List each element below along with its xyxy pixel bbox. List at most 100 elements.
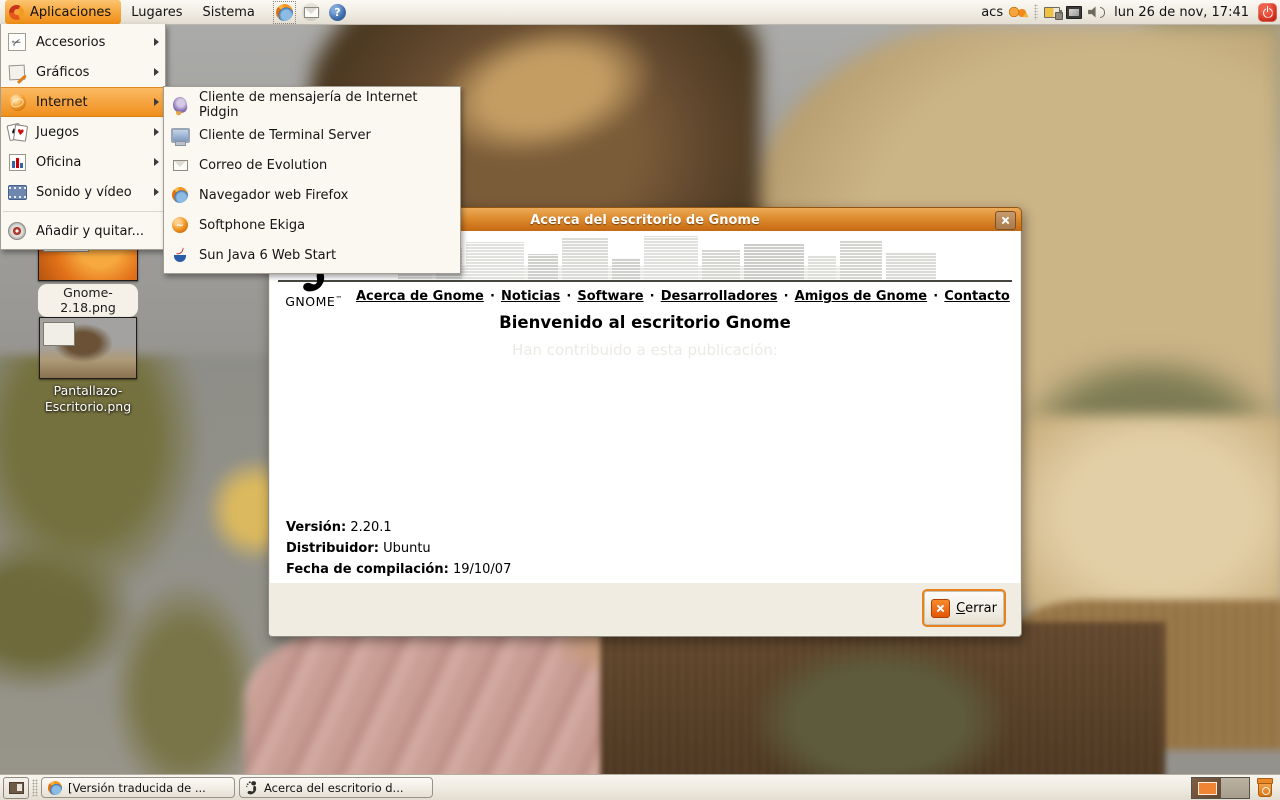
applications-menu: ✂ Accesorios Gráficos Internet ♠♥ Juegos…: [0, 24, 166, 250]
submenu-arrow-icon: [154, 38, 159, 46]
close-button[interactable]: [995, 211, 1016, 230]
desktop-icon-label[interactable]: Pantallazo-Escritorio.png: [30, 383, 146, 416]
tray-drag-handle[interactable]: [1034, 4, 1038, 20]
menubar-lugares[interactable]: Lugares: [121, 0, 192, 24]
link-desarrolladores[interactable]: Desarrolladores: [661, 289, 778, 304]
field-build-date: Fecha de compilación: 19/10/07: [286, 559, 511, 580]
accessories-icon: ✂: [7, 32, 27, 52]
display-settings-icon[interactable]: [1066, 6, 1082, 19]
bottom-taskbar: [Versión traducida de ... Acerca del esc…: [0, 774, 1280, 800]
close-x-icon: [931, 599, 950, 618]
menu-item-internet[interactable]: Internet: [1, 87, 165, 117]
link-separator: ·: [782, 289, 791, 304]
link-software[interactable]: Software: [577, 289, 643, 304]
sound-video-icon: [7, 182, 27, 202]
menu-item-oficina[interactable]: Oficina: [1, 147, 165, 177]
firefox-icon: [276, 4, 293, 21]
trash-body-icon: [1258, 783, 1272, 797]
task-button-about-gnome[interactable]: Acerca del escritorio d...: [239, 777, 433, 798]
add-remove-cd-icon: [7, 221, 27, 241]
user-switcher-label[interactable]: acs: [981, 5, 1003, 20]
menu-item-label: Oficina: [36, 155, 81, 170]
credits-faded-line: Han contribuido a esta publicación:: [270, 341, 1020, 359]
clock-applet[interactable]: lun 26 de nov, 17:41: [1111, 5, 1252, 20]
evolution-launcher[interactable]: [301, 2, 322, 23]
submenu-item-pidgin[interactable]: Cliente de mensajería de Internet Pidgin: [164, 90, 460, 120]
graphics-icon: [7, 62, 27, 82]
ekiga-icon: ~: [170, 215, 190, 235]
top-panel: Aplicaciones Lugares Sistema ? acs lun 2…: [0, 0, 1280, 25]
workspace-1[interactable]: [1192, 778, 1220, 798]
submenu-arrow-icon: [154, 158, 159, 166]
dialog-title: Acerca del escritorio de Gnome: [530, 213, 760, 228]
menu-item-accesorios[interactable]: ✂ Accesorios: [1, 27, 165, 57]
firefox-icon: [170, 185, 190, 205]
task-button-firefox-window[interactable]: [Versión traducida de ...: [41, 777, 235, 798]
cerrar-button[interactable]: Cerrar: [922, 589, 1006, 627]
menu-item-add-remove[interactable]: Añadir y quitar...: [1, 216, 165, 246]
panel-launchers: ?: [273, 1, 348, 24]
submenu-item-firefox[interactable]: Navegador web Firefox: [164, 180, 460, 210]
workspace-2[interactable]: [1220, 778, 1249, 798]
submenu-item-java-web-start[interactable]: Sun Java 6 Web Start: [164, 240, 460, 270]
internet-globe-icon: [7, 92, 27, 112]
submenu-item-label: Sun Java 6 Web Start: [199, 248, 336, 263]
link-separator: ·: [931, 289, 940, 304]
desktop-icon-thumbnail[interactable]: [39, 317, 137, 379]
menu-item-graficos[interactable]: Gráficos: [1, 57, 165, 87]
desktop-icon-label[interactable]: Gnome-2.18.png: [38, 284, 138, 317]
office-icon: [7, 152, 27, 172]
submenu-item-evolution[interactable]: Correo de Evolution: [164, 150, 460, 180]
menu-item-label: Accesorios: [36, 35, 105, 50]
desktop-icon-pantallazo[interactable]: Pantallazo-Escritorio.png: [30, 317, 146, 416]
menu-item-juegos[interactable]: ♠♥ Juegos: [1, 117, 165, 147]
internet-submenu: Cliente de mensajería de Internet Pidgin…: [163, 86, 461, 274]
link-acerca-de-gnome[interactable]: Acerca de Gnome: [356, 289, 484, 304]
terminal-server-icon: [170, 125, 190, 145]
dialog-action-area: Cerrar: [270, 583, 1020, 635]
link-contacto[interactable]: Contacto: [944, 289, 1010, 304]
field-version: Versión: 2.20.1: [286, 517, 511, 538]
submenu-arrow-icon: [154, 128, 159, 136]
menu-item-sonido-video[interactable]: Sonido y vídeo: [1, 177, 165, 207]
show-desktop-icon: [9, 782, 24, 794]
dialog-heading: Bienvenido al escritorio Gnome: [270, 313, 1020, 332]
menu-item-label: Gráficos: [36, 65, 89, 80]
submenu-item-label: Cliente de Terminal Server: [199, 128, 371, 143]
submenu-item-label: Navegador web Firefox: [199, 188, 348, 203]
submenu-item-label: Cliente de mensajería de Internet Pidgin: [199, 90, 454, 120]
link-separator: ·: [648, 289, 657, 304]
show-desktop-button[interactable]: [3, 777, 29, 799]
menu-item-label: Sonido y vídeo: [36, 185, 132, 200]
workspace-switcher: [1191, 777, 1250, 799]
battery-icon[interactable]: [1044, 7, 1060, 18]
evolution-mail-icon: [170, 155, 190, 175]
tray-status-icon[interactable]: [1009, 6, 1028, 19]
volume-applet[interactable]: [1088, 6, 1105, 18]
menu-item-label: Juegos: [36, 125, 79, 140]
taskbar-right: [1191, 777, 1280, 799]
trash-applet[interactable]: [1256, 778, 1274, 797]
link-separator: ·: [564, 289, 573, 304]
menu-item-label: Añadir y quitar...: [36, 224, 144, 239]
taskbar-drag-handle[interactable]: [32, 779, 38, 797]
gnome-wordmark: GNOME™: [282, 294, 346, 309]
thumbnail-window: [43, 322, 75, 346]
submenu-arrow-icon: [154, 188, 159, 196]
menubar-sistema[interactable]: Sistema: [193, 0, 265, 24]
gnome-foot-icon: [246, 781, 258, 795]
link-amigos-de-gnome[interactable]: Amigos de Gnome: [795, 289, 927, 304]
submenu-item-terminal-server[interactable]: Cliente de Terminal Server: [164, 120, 460, 150]
menu-separator: [3, 211, 163, 212]
power-button[interactable]: [1258, 3, 1277, 22]
wallpaper-couch-green: [755, 645, 1005, 795]
submenu-item-ekiga[interactable]: ~ Softphone Ekiga: [164, 210, 460, 240]
gnome-links-row: Acerca de Gnome · Noticias · Software · …: [356, 289, 1010, 304]
link-noticias[interactable]: Noticias: [501, 289, 560, 304]
link-separator: ·: [488, 289, 497, 304]
firefox-launcher[interactable]: [273, 1, 296, 24]
help-launcher[interactable]: ?: [327, 2, 348, 23]
games-icon: ♠♥: [7, 122, 27, 142]
java-icon: [170, 245, 190, 265]
menubar-applications[interactable]: Aplicaciones: [5, 0, 121, 24]
